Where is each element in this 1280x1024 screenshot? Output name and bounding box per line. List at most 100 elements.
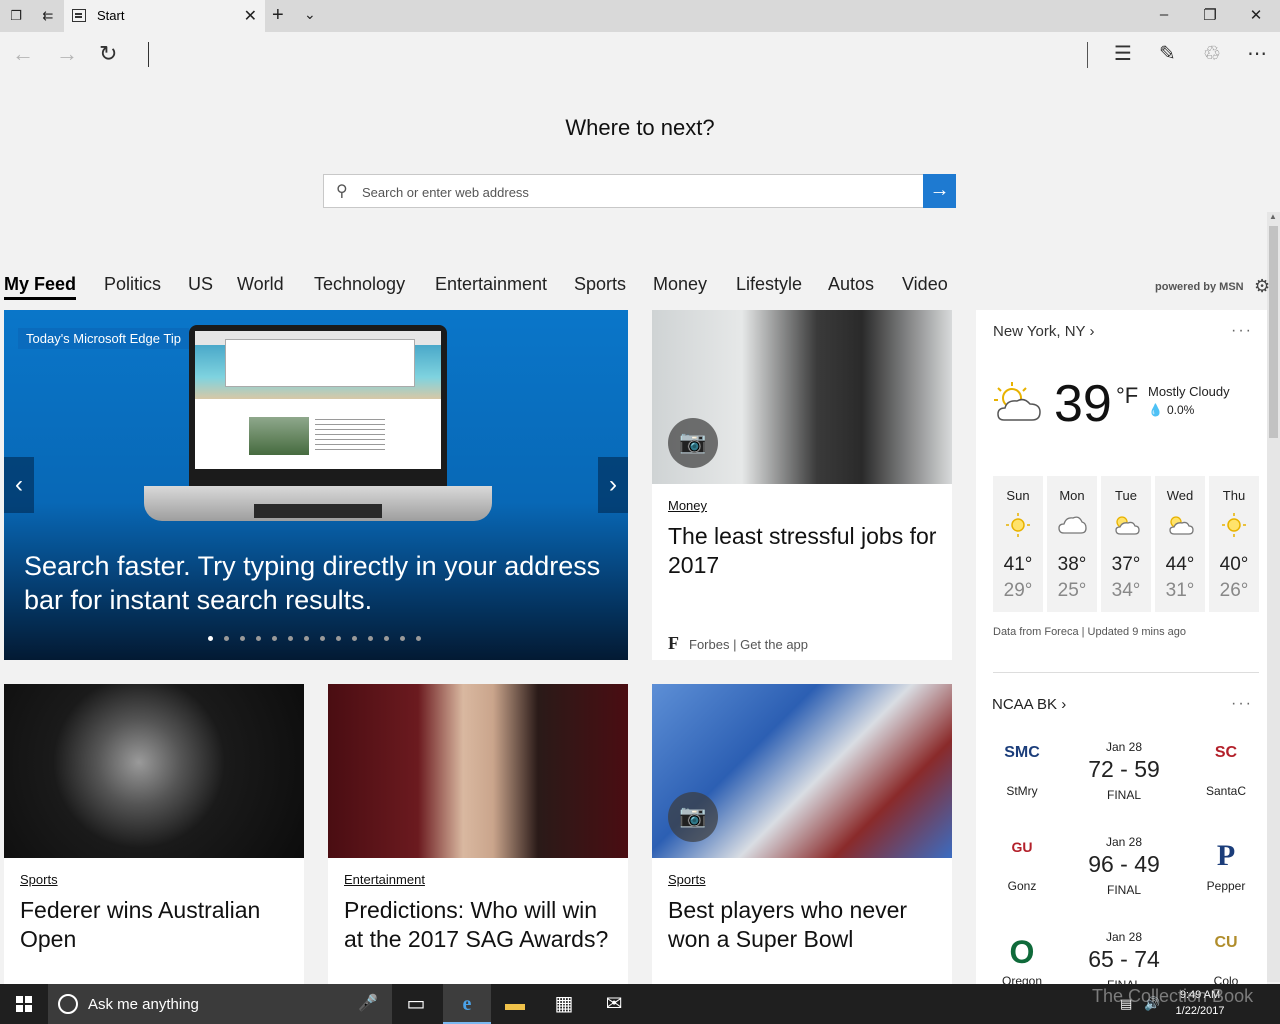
address-bar[interactable] [148,42,149,67]
ncaa-title[interactable]: NCAA BK › [992,696,1066,713]
carousel-dot[interactable] [384,636,389,641]
search-go-button[interactable]: → [923,174,956,208]
more-icon[interactable]: ⋯ [1247,41,1267,66]
task-view-icon[interactable]: ▭ [392,984,440,1024]
edge-icon[interactable]: e [443,984,491,1024]
nav-bar: ← → ↻ ☰ ✎ ♲ ⋯ [0,32,1280,76]
card-category[interactable]: Sports [668,872,706,887]
tab-preview-chevron-icon[interactable]: ⌄ [304,6,316,23]
scrollbar-thumb[interactable] [1269,226,1278,438]
card-category[interactable]: Entertainment [344,872,425,887]
carousel-dot[interactable] [400,636,405,641]
forward-icon[interactable]: → [56,41,78,67]
carousel-dot[interactable] [416,636,421,641]
refresh-icon[interactable]: ↻ [99,41,117,67]
forecast-day[interactable]: Thu 40° 26° [1209,476,1259,612]
gear-icon[interactable]: ⚙ [1254,276,1270,297]
laptop-keyboard-image [254,504,382,518]
weather-location[interactable]: New York, NY › [993,323,1094,340]
set-tabs-aside-icon[interactable]: ⇇ [40,8,56,24]
card-category[interactable]: Money [668,498,707,513]
carousel-dot[interactable] [336,636,341,641]
tab-money[interactable]: Money [653,274,707,295]
carousel-dot[interactable] [256,636,261,641]
card-title[interactable]: Predictions: Who will win at the 2017 SA… [344,896,620,954]
carousel-dot[interactable] [288,636,293,641]
close-window-icon[interactable]: ✕ [1246,6,1266,24]
carousel-dot[interactable] [352,636,357,641]
card-title[interactable]: The least stressful jobs for 2017 [668,522,944,580]
news-card[interactable]: 📷 Money The least stressful jobs for 201… [652,310,952,660]
card-title[interactable]: Best players who never won a Super Bowl [668,896,944,954]
tab-autos[interactable]: Autos [828,274,874,295]
minimize-icon[interactable]: – [1154,6,1174,23]
share-icon[interactable]: ♲ [1203,41,1221,66]
weather-source[interactable]: Data from Foreca | Updated 9 mins ago [993,626,1186,638]
game-row[interactable]: SMC StMry Jan 28 72 - 59 FINAL SC SantaC [976,740,1267,830]
carousel-dot[interactable] [224,636,229,641]
carousel-dot[interactable] [208,636,213,641]
mostly-cloudy-icon [994,382,1041,421]
search-input[interactable] [362,182,922,202]
mail-icon[interactable]: ✉ [590,984,638,1024]
file-explorer-icon[interactable]: ▬ [491,984,539,1024]
tab-start[interactable]: Start ✕ [64,0,265,32]
team-logo-icon: GU [1011,839,1033,855]
hero-carousel[interactable]: Today's Microsoft Edge Tip ‹ › Search fa… [4,310,628,660]
cortana-search[interactable]: Ask me anything 🎤 [48,984,392,1024]
powered-by-label: powered by MSN [1155,281,1244,293]
hero-tip-label: Today's Microsoft Edge Tip [18,328,189,349]
microphone-icon[interactable]: 🎤 [358,993,378,1013]
search-box[interactable]: ⚲ → [323,174,956,208]
store-icon[interactable]: ▦ [540,984,588,1024]
ncaa-more-icon[interactable]: ··· [1231,695,1253,713]
news-card[interactable]: Entertainment Predictions: Who will win … [328,684,628,984]
start-button[interactable] [0,984,48,1024]
tab-entertainment[interactable]: Entertainment [435,274,547,295]
close-tab-icon[interactable]: ✕ [244,6,257,26]
cortana-icon [58,994,78,1014]
tab-politics[interactable]: Politics [104,274,161,295]
forecast-day[interactable]: Tue 37° 34° [1101,476,1151,612]
tab-world[interactable]: World [237,274,284,295]
news-card[interactable]: 📷 Sports Best players who never won a Su… [652,684,952,984]
carousel-dot[interactable] [240,636,245,641]
camera-icon: 📷 [668,418,718,468]
tab-us[interactable]: US [188,274,213,295]
tab-video[interactable]: Video [902,274,948,295]
carousel-dot[interactable] [272,636,277,641]
carousel-dot[interactable] [320,636,325,641]
carousel-dot[interactable] [304,636,309,641]
carousel-prev-icon[interactable]: ‹ [4,457,34,513]
tab-my-feed[interactable]: My Feed [4,274,76,295]
home-team: StMry [1006,784,1038,798]
hero-headline[interactable]: Search faster. Try typing directly in yo… [24,549,614,617]
back-icon[interactable]: ← [12,41,34,67]
sun-icon [1222,513,1246,537]
page-heading: Where to next? [565,115,715,140]
forecast-day[interactable]: Wed 44° 31° [1155,476,1205,612]
new-tab-icon[interactable]: + [272,4,284,27]
tabs-aside-icon[interactable]: ❐ [8,8,24,24]
carousel-next-icon[interactable]: › [598,457,628,513]
tab-sports[interactable]: Sports [574,274,626,295]
tab-lifestyle[interactable]: Lifestyle [736,274,802,295]
hub-icon[interactable]: ☰ [1114,41,1132,66]
scroll-up-icon[interactable]: ▲ [1269,212,1277,221]
news-card[interactable]: Sports Federer wins Australian Open [4,684,304,984]
get-app-link[interactable]: | Get the app [733,637,808,652]
source-name[interactable]: Forbes [689,637,729,652]
card-category[interactable]: Sports [20,872,58,887]
web-note-icon[interactable]: ✎ [1159,41,1176,66]
game-score: 65 - 74 [1088,946,1160,972]
forecast-day[interactable]: Sun 41° 29° [993,476,1043,612]
restore-icon[interactable]: ❐ [1200,6,1220,24]
weather-panel: New York, NY › ··· 39 °F Mostly Cloudy 💧… [976,310,1267,992]
tab-technology[interactable]: Technology [314,274,405,295]
forecast-day[interactable]: Mon 38° 25° [1047,476,1097,612]
card-title[interactable]: Federer wins Australian Open [20,896,296,954]
temperature-unit[interactable]: °F [1116,383,1138,409]
carousel-dot[interactable] [368,636,373,641]
game-row[interactable]: GU Gonz Jan 28 96 - 49 FINAL P Pepper [976,835,1267,925]
weather-more-icon[interactable]: ··· [1231,322,1253,340]
